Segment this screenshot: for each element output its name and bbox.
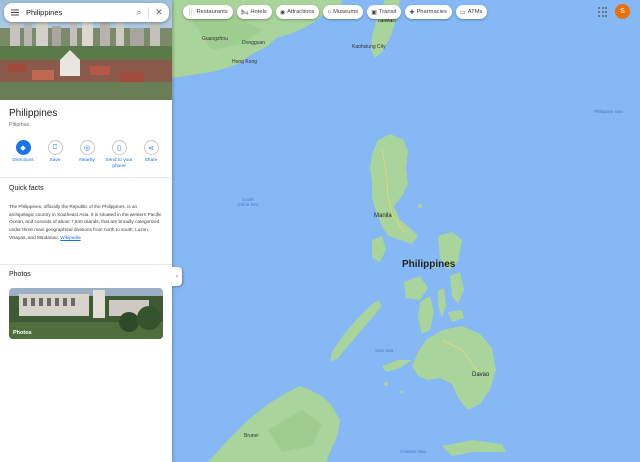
island — [418, 204, 422, 208]
quick-facts-text: The Philippines, officially the Republic… — [9, 203, 162, 242]
pill-icon: ✚ — [409, 9, 415, 16]
place-subtitle: Pilipinas — [9, 122, 30, 128]
avatar[interactable]: S — [615, 4, 630, 19]
phone-icon: ▯ — [111, 140, 127, 155]
place-panel: ⌕ ✕ Philippines Pilipinas ◆ Directions ⎕… — [0, 0, 172, 462]
category-chips: 🍴 Restaurants 🛏 Hotels ◉ Attractions ⌂ Museu… — [183, 5, 488, 19]
close-icon[interactable]: ✕ — [149, 3, 169, 22]
action-label: Directions — [12, 158, 34, 163]
land-mindanao — [412, 326, 496, 410]
map-label-dongguan: Dongguan — [242, 40, 266, 46]
chip-museums[interactable]: ⌂ Museums — [323, 5, 364, 19]
atm-icon: ▭ — [460, 9, 466, 16]
chip-atms[interactable]: ▭ ATMs — [456, 5, 488, 19]
map-label-sulu-sea: Sulu Sea — [375, 348, 394, 353]
building-photo — [9, 288, 163, 339]
chip-restaurants[interactable]: 🍴 Restaurants — [183, 5, 233, 19]
nearby-button[interactable]: ◎ Nearby — [72, 140, 102, 170]
map-label-celebes-sea: Celebes Sea — [400, 449, 426, 454]
chip-label: Pharmacies — [416, 9, 448, 15]
search-icon[interactable]: ⌕ — [130, 3, 148, 22]
fork-knife-icon: 🍴 — [187, 9, 195, 16]
island — [384, 382, 388, 386]
map-label-hong-kong: Hong Kong — [232, 59, 258, 65]
directions-button[interactable]: ◆ Directions — [8, 140, 38, 170]
map-label-davao: Davao — [472, 372, 490, 378]
directions-icon: ◆ — [15, 140, 31, 155]
chip-label: Restaurants — [196, 9, 228, 15]
map-label-kaohsiung: Kaohsiung City — [352, 44, 386, 50]
chevron-left-icon: ‹ — [176, 273, 178, 280]
museum-icon: ⌂ — [327, 9, 332, 15]
share-button[interactable]: ⋖ Share — [136, 140, 166, 170]
photos-heading: Photos — [9, 271, 31, 278]
photos-thumbnail[interactable]: Photos — [9, 288, 163, 339]
land-mindoro — [372, 236, 386, 262]
chip-label: Hotels — [250, 9, 267, 15]
map-label-south-china-sea: South China Sea — [237, 197, 259, 207]
land-cebu — [438, 288, 446, 318]
map-shapes — [172, 0, 506, 462]
action-bar: ◆ Directions ⎕ Save ◎ Nearby ▯ Send to y… — [8, 140, 166, 170]
train-icon: ▣ — [371, 9, 377, 16]
land-panay — [404, 276, 428, 300]
camera-icon: ◉ — [279, 9, 286, 16]
chip-hotels[interactable]: 🛏 Hotels — [236, 5, 272, 19]
page-title: Philippines — [9, 108, 58, 119]
search-input[interactable] — [26, 8, 130, 17]
chip-label: ATMs — [467, 9, 483, 15]
action-label: Send to your phone — [105, 158, 133, 169]
land-bohol — [448, 310, 464, 322]
map-label-philippine-sea: Philippine Sea — [594, 109, 623, 114]
send-to-phone-button[interactable]: ▯ Send to your phone — [104, 140, 134, 170]
map-label-brunei: Brunei — [244, 433, 259, 439]
map-canvas[interactable]: Taiwan Kaohsiung City Guangzhou Dongguan… — [172, 0, 640, 462]
collapse-panel-button[interactable]: ‹ — [172, 267, 182, 286]
map-label-philippines: Philippines — [402, 259, 456, 270]
maps-app: Taiwan Kaohsiung City Guangzhou Dongguan… — [0, 0, 640, 462]
nearby-icon: ◎ — [79, 140, 95, 155]
land-luzon — [370, 134, 418, 244]
quick-facts-body: The Philippines, officially the Republic… — [9, 204, 162, 240]
island — [400, 390, 404, 394]
map-label-manila: Manila — [374, 213, 392, 219]
save-button[interactable]: ⎕ Save — [40, 140, 70, 170]
land-negros — [418, 296, 434, 334]
divider — [0, 264, 172, 265]
wikipedia-link[interactable]: Wikipedia — [60, 235, 80, 240]
apps-grid-icon[interactable] — [598, 7, 608, 17]
divider — [0, 177, 172, 178]
quick-facts-heading: Quick facts — [9, 185, 44, 192]
land-leyte — [450, 272, 464, 304]
bed-icon: 🛏 — [240, 9, 249, 16]
action-label: Nearby — [79, 158, 95, 163]
photos-label: Photos — [13, 330, 32, 336]
action-label: Save — [49, 158, 61, 163]
chip-label: Museums — [333, 9, 359, 15]
map-label-guangzhou: Guangzhou — [202, 36, 228, 42]
search-bar: ⌕ ✕ — [4, 3, 169, 22]
chip-label: Transit — [378, 9, 397, 15]
action-label: Share — [144, 158, 158, 163]
share-icon: ⋖ — [143, 140, 159, 155]
hamburger-menu-icon[interactable] — [4, 3, 26, 22]
bookmark-icon: ⎕ — [47, 140, 63, 155]
chip-transit[interactable]: ▣ Transit — [367, 5, 402, 19]
chip-pharmacies[interactable]: ✚ Pharmacies — [405, 5, 453, 19]
land-sulawesi — [442, 440, 506, 456]
land-zamboanga — [382, 360, 412, 372]
chip-attractions[interactable]: ◉ Attractions — [275, 5, 320, 19]
chip-label: Attractions — [287, 9, 315, 15]
